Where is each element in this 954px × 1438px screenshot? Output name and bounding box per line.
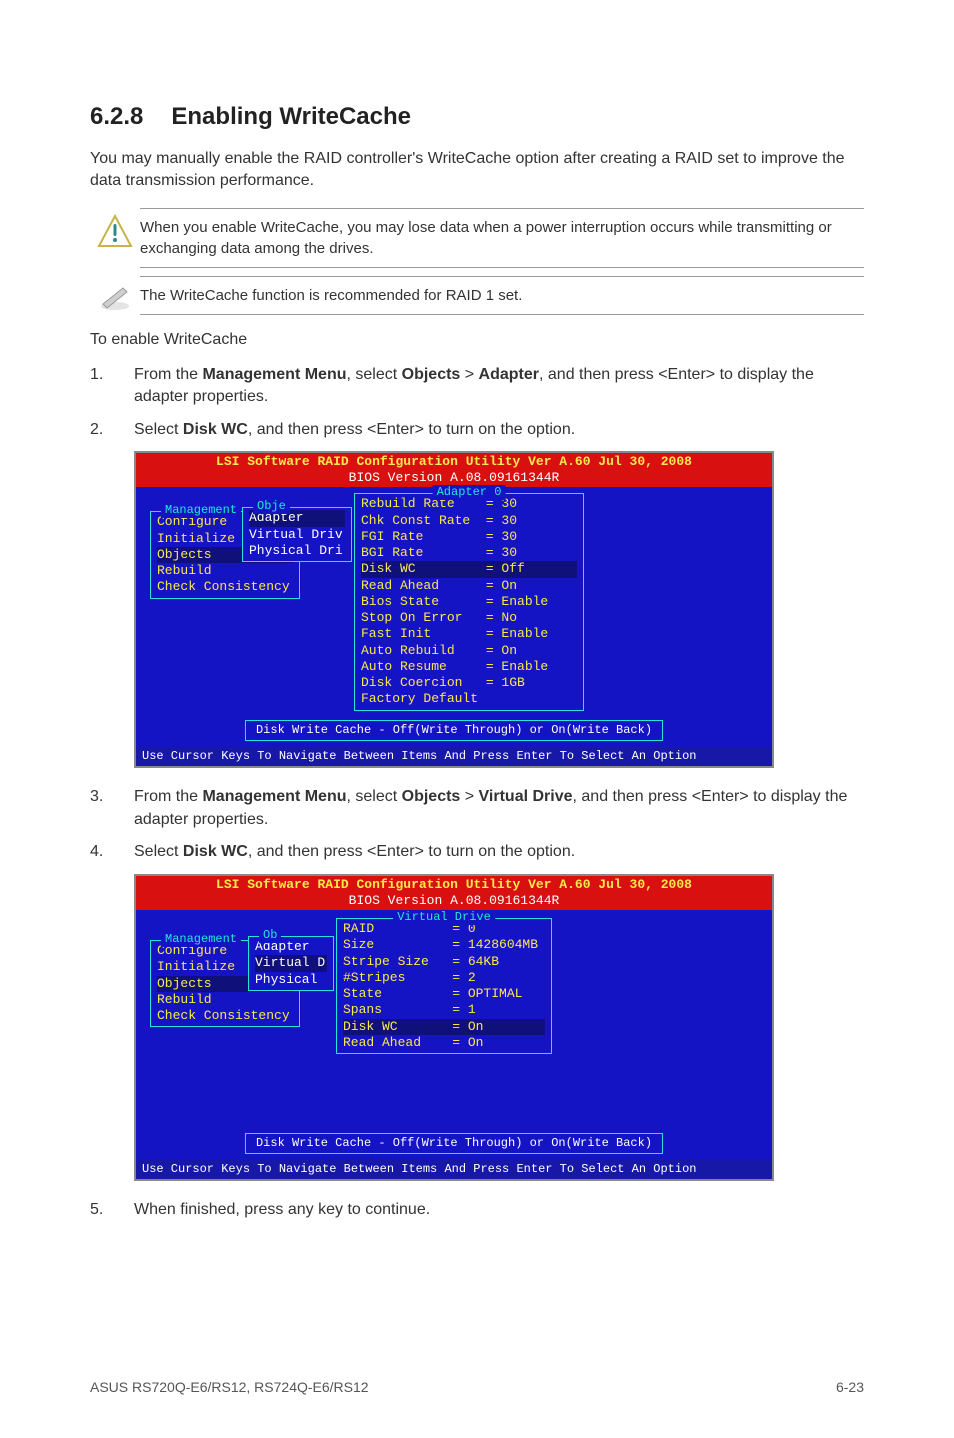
menu-item[interactable]: Rebuild bbox=[157, 992, 293, 1008]
bios-screenshot-2: LSI Software RAID Configuration Utility … bbox=[134, 874, 864, 1182]
property-row[interactable]: Disk WC = On bbox=[343, 1019, 545, 1035]
info-note: The WriteCache function is recommended f… bbox=[90, 276, 864, 315]
bios-title: LSI Software RAID Configuration Utility … bbox=[136, 877, 772, 893]
menu-item[interactable]: Check Consistency bbox=[157, 1008, 293, 1024]
submenu-item[interactable]: Physical Dri bbox=[249, 543, 345, 559]
bios-body: Management Configure Initialize Objects … bbox=[136, 910, 772, 1160]
property-row[interactable]: Stop On Error = No bbox=[361, 610, 577, 626]
property-row[interactable]: BGI Rate = 30 bbox=[361, 545, 577, 561]
section-number: 6.2.8 bbox=[90, 103, 143, 130]
bios-screenshot-1: LSI Software RAID Configuration Utility … bbox=[134, 451, 864, 769]
adapter-properties-list: Rebuild Rate = 30Chk Const Rate = 30FGI … bbox=[361, 496, 577, 707]
footer-left: ASUS RS720Q-E6/RS12, RS724Q-E6/RS12 bbox=[90, 1378, 369, 1398]
bios-status-box: Disk Write Cache - Off(Write Through) or… bbox=[245, 1133, 663, 1154]
bios-footer: Use Cursor Keys To Navigate Between Item… bbox=[136, 1160, 772, 1179]
property-row[interactable]: FGI Rate = 30 bbox=[361, 529, 577, 545]
property-row[interactable]: Auto Rebuild = On bbox=[361, 643, 577, 659]
objects-submenu-panel: Ob Adapter Virtual D Physical bbox=[248, 936, 334, 991]
property-row[interactable]: #Stripes = 2 bbox=[343, 970, 545, 986]
menu-item[interactable]: Check Consistency bbox=[157, 579, 293, 595]
property-row[interactable]: Size = 1428604MB bbox=[343, 937, 545, 953]
management-menu-label: Management bbox=[161, 503, 241, 518]
section-title: Enabling WriteCache bbox=[171, 103, 411, 130]
info-text: The WriteCache function is recommended f… bbox=[140, 276, 864, 315]
step-3: 3. From the Management Menu, select Obje… bbox=[90, 786, 864, 831]
procedure-heading: To enable WriteCache bbox=[90, 329, 864, 351]
step-1: 1. From the Management Menu, select Obje… bbox=[90, 364, 864, 409]
property-row[interactable]: Read Ahead = On bbox=[343, 1035, 545, 1051]
adapter-properties-panel: Adapter 0 Rebuild Rate = 30Chk Const Rat… bbox=[354, 493, 584, 710]
step-body: From the Management Menu, select Objects… bbox=[134, 786, 864, 831]
page-footer: ASUS RS720Q-E6/RS12, RS724Q-E6/RS12 6-23 bbox=[90, 1378, 864, 1398]
pen-icon bbox=[90, 276, 140, 312]
step-number: 1. bbox=[90, 364, 134, 386]
virtual-drive-panel: Virtual Drive RAID = 0Size = 1428604MBSt… bbox=[336, 918, 552, 1054]
step-list-end: 5. When finished, press any key to conti… bbox=[90, 1199, 864, 1221]
property-row[interactable]: Factory Default bbox=[361, 691, 577, 707]
bios-window: LSI Software RAID Configuration Utility … bbox=[134, 874, 774, 1182]
property-row[interactable]: Chk Const Rate = 30 bbox=[361, 513, 577, 529]
step-number: 4. bbox=[90, 841, 134, 863]
property-row[interactable]: Stripe Size = 64KB bbox=[343, 954, 545, 970]
bios-subtitle: BIOS Version A.08.09161344R bbox=[136, 470, 772, 486]
objects-submenu-label: Obje bbox=[253, 499, 290, 514]
virtual-drive-panel-label: Virtual Drive bbox=[393, 910, 495, 925]
warning-note: When you enable WriteCache, you may lose… bbox=[90, 208, 864, 268]
warning-icon bbox=[90, 208, 140, 248]
step-body: From the Management Menu, select Objects… bbox=[134, 364, 864, 409]
property-row[interactable]: Spans = 1 bbox=[343, 1002, 545, 1018]
menu-item[interactable]: Rebuild bbox=[157, 563, 293, 579]
step-body: When finished, press any key to continue… bbox=[134, 1199, 864, 1221]
step-body: Select Disk WC, and then press <Enter> t… bbox=[134, 841, 864, 863]
property-row[interactable]: Bios State = Enable bbox=[361, 594, 577, 610]
step-5: 5. When finished, press any key to conti… bbox=[90, 1199, 864, 1221]
property-row[interactable]: Fast Init = Enable bbox=[361, 626, 577, 642]
submenu-item-selected[interactable]: Virtual D bbox=[255, 955, 327, 971]
objects-submenu-label: Ob bbox=[259, 928, 281, 943]
bios-titlebar: LSI Software RAID Configuration Utility … bbox=[136, 453, 772, 488]
section-heading: 6.2.8 Enabling WriteCache bbox=[90, 100, 864, 134]
bios-title: LSI Software RAID Configuration Utility … bbox=[136, 454, 772, 470]
bios-subtitle: BIOS Version A.08.09161344R bbox=[136, 893, 772, 909]
bios-body: Management Configure Initialize Objects … bbox=[136, 487, 772, 747]
virtual-drive-properties-list: RAID = 0Size = 1428604MBStripe Size = 64… bbox=[343, 921, 545, 1051]
warning-text: When you enable WriteCache, you may lose… bbox=[140, 208, 864, 268]
step-body: Select Disk WC, and then press <Enter> t… bbox=[134, 419, 864, 441]
step-number: 5. bbox=[90, 1199, 134, 1221]
step-number: 3. bbox=[90, 786, 134, 808]
adapter-panel-label: Adapter 0 bbox=[433, 485, 506, 500]
step-list: 1. From the Management Menu, select Obje… bbox=[90, 364, 864, 441]
step-4: 4. Select Disk WC, and then press <Enter… bbox=[90, 841, 864, 863]
step-number: 2. bbox=[90, 419, 134, 441]
objects-submenu-panel: Obje Adapter Virtual Driv Physical Dri bbox=[242, 507, 352, 562]
property-row[interactable]: Auto Resume = Enable bbox=[361, 659, 577, 675]
bios-window: LSI Software RAID Configuration Utility … bbox=[134, 451, 774, 769]
bios-footer: Use Cursor Keys To Navigate Between Item… bbox=[136, 747, 772, 766]
step-list-cont: 3. From the Management Menu, select Obje… bbox=[90, 786, 864, 863]
property-row[interactable]: Disk Coercion = 1GB bbox=[361, 675, 577, 691]
property-row[interactable]: Disk WC = Off bbox=[361, 561, 577, 577]
intro-paragraph: You may manually enable the RAID control… bbox=[90, 148, 864, 193]
submenu-item[interactable]: Physical bbox=[255, 972, 327, 988]
property-row[interactable]: Read Ahead = On bbox=[361, 578, 577, 594]
property-row[interactable]: State = OPTIMAL bbox=[343, 986, 545, 1002]
management-menu-label: Management bbox=[161, 932, 241, 947]
bios-titlebar: LSI Software RAID Configuration Utility … bbox=[136, 876, 772, 911]
bios-status-box: Disk Write Cache - Off(Write Through) or… bbox=[245, 720, 663, 741]
submenu-item[interactable]: Virtual Driv bbox=[249, 527, 345, 543]
footer-right: 6-23 bbox=[836, 1378, 864, 1398]
step-2: 2. Select Disk WC, and then press <Enter… bbox=[90, 419, 864, 441]
